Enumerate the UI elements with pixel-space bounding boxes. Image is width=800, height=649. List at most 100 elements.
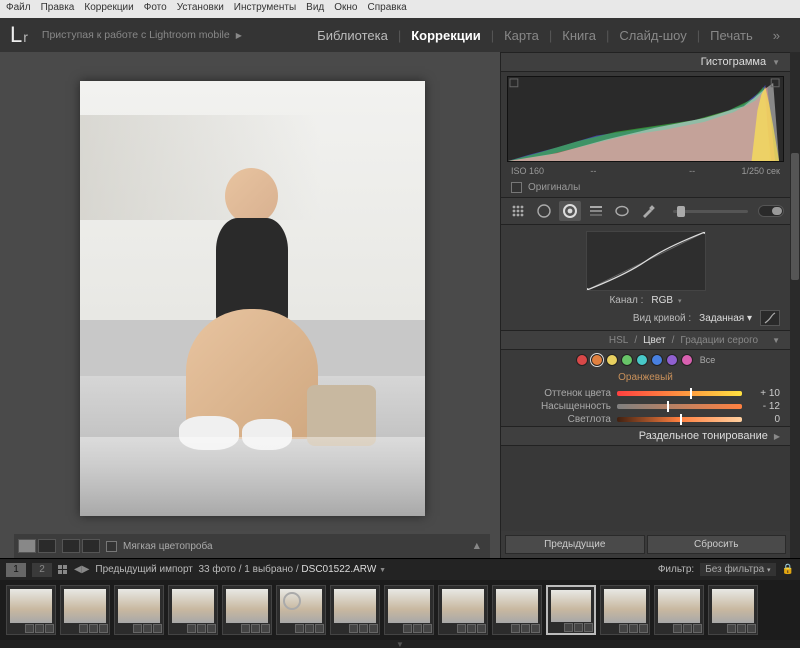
hue-value[interactable]: + 10 xyxy=(748,388,780,399)
hsl-color-0[interactable] xyxy=(576,354,588,366)
radial-tool-icon[interactable] xyxy=(611,201,633,221)
grid-icons[interactable] xyxy=(58,565,68,575)
lum-value[interactable]: 0 xyxy=(748,414,780,425)
monitor-1-button[interactable]: 1 xyxy=(6,563,26,577)
grid-icon[interactable] xyxy=(58,565,68,575)
toolbar-expand-icon[interactable]: ▲ xyxy=(472,540,482,552)
hue-track[interactable] xyxy=(617,391,742,396)
thumbnail[interactable] xyxy=(276,585,326,635)
monitor-2-button[interactable]: 2 xyxy=(32,563,52,577)
menu-Правка[interactable]: Правка xyxy=(41,2,75,16)
tone-curve-graph[interactable] xyxy=(586,231,706,291)
menu-Окно[interactable]: Окно xyxy=(334,2,357,16)
hsl-color-3[interactable] xyxy=(621,354,633,366)
sat-track[interactable] xyxy=(617,404,742,409)
hsl-color-7[interactable] xyxy=(681,354,693,366)
point-curve-button[interactable] xyxy=(760,310,780,326)
thumbnail[interactable] xyxy=(546,585,596,635)
thumbnail[interactable] xyxy=(384,585,434,635)
collapse-icon[interactable]: ▼ xyxy=(772,336,780,345)
ref-view-1[interactable] xyxy=(62,539,80,553)
identity-plate-text[interactable]: Приступая к работе с Lightroom mobile xyxy=(42,29,230,41)
dropdown-icon[interactable]: ▼ xyxy=(379,567,386,574)
menu-Инструменты[interactable]: Инструменты xyxy=(234,2,296,16)
thumbnail[interactable] xyxy=(654,585,704,635)
filmstrip[interactable] xyxy=(0,580,800,640)
hue-slider[interactable]: Оттенок цвета + 10 xyxy=(501,387,790,400)
menu-Вид[interactable]: Вид xyxy=(306,2,324,16)
histogram[interactable] xyxy=(507,76,784,162)
thumbnail[interactable] xyxy=(114,585,164,635)
play-icon[interactable]: ▶ xyxy=(236,31,242,40)
module-Коррекции[interactable]: Коррекции xyxy=(401,28,490,43)
hsl-color-1[interactable] xyxy=(591,354,603,366)
size-slider[interactable] xyxy=(673,210,748,213)
hsl-tab-0[interactable]: HSL xyxy=(609,335,628,346)
nav-back-icon[interactable]: ◀▶ xyxy=(74,564,89,575)
hsl-header[interactable]: HSL / Цвет / Градации серого ▼ xyxy=(501,330,790,350)
hsl-color-4[interactable] xyxy=(636,354,648,366)
reset-button[interactable]: Сбросить xyxy=(647,535,787,554)
redeye-tool-icon[interactable] xyxy=(559,201,581,221)
scrollbar-grip[interactable] xyxy=(791,153,799,280)
menu-Справка[interactable]: Справка xyxy=(368,2,407,16)
sat-value[interactable]: - 12 xyxy=(748,401,780,412)
collapse-icon[interactable]: ▼ xyxy=(772,58,780,67)
module-Библиотека[interactable]: Библиотека xyxy=(307,28,398,43)
hsl-color-swatches[interactable]: Все xyxy=(501,350,790,370)
originals-checkbox[interactable] xyxy=(511,182,522,193)
right-scrollbar[interactable] xyxy=(790,52,800,558)
originals-row[interactable]: Оригиналы xyxy=(501,178,790,197)
module-Книга[interactable]: Книга xyxy=(552,28,606,43)
thumbnail[interactable] xyxy=(330,585,380,635)
ref-view-2[interactable] xyxy=(82,539,100,553)
curve-type-value[interactable]: Заданная xyxy=(699,313,744,324)
thumbnail[interactable] xyxy=(6,585,56,635)
module-Печать[interactable]: Печать xyxy=(700,28,763,43)
compare-buttons[interactable] xyxy=(62,539,100,553)
filter-dropdown[interactable]: Без фильтра ▾ xyxy=(700,563,775,576)
hsl-all[interactable]: Все xyxy=(700,355,716,365)
menu-Установки[interactable]: Установки xyxy=(177,2,224,16)
menu-Фото[interactable]: Фото xyxy=(144,2,167,16)
module-more-icon[interactable]: » xyxy=(763,28,790,43)
os-menu-bar[interactable]: Файл Правка Коррекции Фото Установки Инструме… xyxy=(0,0,800,18)
spot-tool-icon[interactable] xyxy=(533,201,555,221)
thumbnail[interactable] xyxy=(60,585,110,635)
thumbnail[interactable] xyxy=(168,585,218,635)
filmstrip-collapse[interactable]: ▼ xyxy=(0,640,800,648)
panel-switch[interactable] xyxy=(758,205,784,217)
thumbnail[interactable] xyxy=(600,585,650,635)
hsl-tabs[interactable]: HSL / Цвет / Градации серого xyxy=(601,332,766,349)
loupe-view-button[interactable] xyxy=(18,539,36,553)
histogram-header[interactable]: Гистограмма▼ xyxy=(501,52,790,72)
crop-tool-icon[interactable] xyxy=(507,201,529,221)
thumbnail[interactable] xyxy=(438,585,488,635)
lum-track[interactable] xyxy=(617,417,742,422)
module-Слайд-шоу[interactable]: Слайд-шоу xyxy=(609,28,696,43)
brush-tool-icon[interactable] xyxy=(637,201,659,221)
softproof-checkbox[interactable] xyxy=(106,541,117,552)
lock-icon[interactable]: 🔒 xyxy=(782,564,794,575)
hsl-tab-2[interactable]: Градации серого xyxy=(680,335,758,346)
thumbnail[interactable] xyxy=(222,585,272,635)
before-after-button[interactable] xyxy=(38,539,56,553)
expand-icon[interactable]: ▶ xyxy=(774,432,780,441)
split-tone-header[interactable]: Раздельное тонирование▶ xyxy=(501,426,790,446)
channel-row[interactable]: Канал : RGB ▾ xyxy=(509,295,782,306)
lum-slider[interactable]: Светлота 0 xyxy=(501,413,790,426)
view-mode-buttons[interactable] xyxy=(18,539,56,553)
menu-Коррекции[interactable]: Коррекции xyxy=(84,2,133,16)
filmstrip-filter[interactable]: Фильтр: Без фильтра ▾ 🔒 xyxy=(658,563,794,576)
grad-tool-icon[interactable] xyxy=(585,201,607,221)
hsl-color-5[interactable] xyxy=(651,354,663,366)
thumbnail[interactable] xyxy=(708,585,758,635)
loupe-view[interactable] xyxy=(14,62,490,534)
thumbnail[interactable] xyxy=(492,585,542,635)
menu-Файл[interactable]: Файл xyxy=(6,2,31,16)
hsl-color-6[interactable] xyxy=(666,354,678,366)
sat-slider[interactable]: Насыщенность - 12 xyxy=(501,400,790,413)
channel-value[interactable]: RGB xyxy=(651,295,673,306)
hsl-tab-1[interactable]: Цвет xyxy=(643,335,665,346)
previous-button[interactable]: Предыдущие xyxy=(505,535,645,554)
